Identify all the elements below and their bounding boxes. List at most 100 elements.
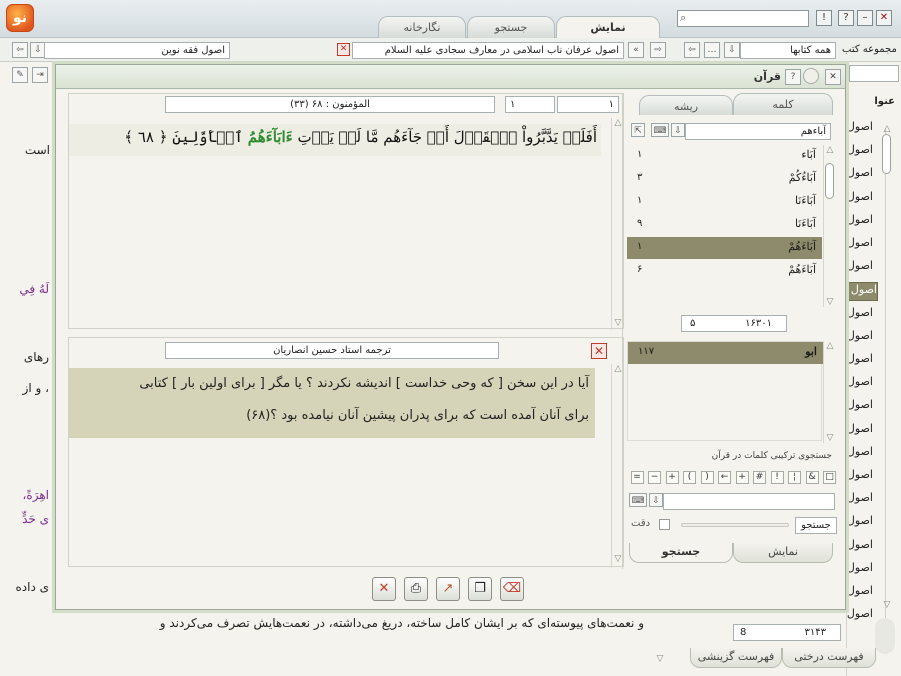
- book-list-item[interactable]: اصول: [843, 398, 873, 411]
- combo-search-button[interactable]: جستجو: [795, 517, 837, 534]
- operator-button[interactable]: +: [665, 471, 679, 484]
- book-list-item[interactable]: اصول: [843, 143, 873, 156]
- book-list-item[interactable]: اصول: [843, 468, 873, 481]
- root-scroll-up-icon[interactable]: △: [824, 341, 836, 351]
- book-list-item[interactable]: اصول: [843, 561, 873, 574]
- book-list-item[interactable]: اصول: [843, 538, 873, 551]
- back-arrow-icon[interactable]: ⇦: [12, 42, 28, 58]
- combo-search-input[interactable]: [663, 493, 835, 510]
- verse-nav-field-b[interactable]: ۱: [557, 96, 619, 113]
- list-scroll-up-icon[interactable]: △: [881, 124, 893, 134]
- info-button[interactable]: !: [816, 10, 832, 26]
- print-icon[interactable]: ⎙: [404, 577, 428, 601]
- close-book-icon[interactable]: ✕: [337, 43, 350, 56]
- combo-dropdown-icon[interactable]: ⇩: [649, 493, 663, 507]
- book-list-item[interactable]: اصول: [843, 584, 873, 597]
- dialog-pin-icon[interactable]: [803, 68, 819, 84]
- book-list-item[interactable]: اصول: [843, 514, 873, 527]
- book-list-item[interactable]: اصول: [843, 491, 873, 504]
- list-filter-input[interactable]: [849, 65, 899, 82]
- list-side-knob[interactable]: [875, 618, 895, 654]
- verse-text[interactable]: أَفَلَمۡ يَدَّبَّرُواْ ٱلۡقَوۡلَ أَمۡ جَ…: [124, 128, 597, 146]
- translation-box[interactable]: آیا در این سخن [ که وحی خداست ] اندیشه ن…: [69, 368, 595, 438]
- operator-button[interactable]: (: [683, 471, 696, 484]
- help-button[interactable]: ?: [838, 10, 854, 26]
- copy-icon[interactable]: ❐: [468, 577, 492, 601]
- operator-button[interactable]: =: [630, 471, 644, 484]
- root-scrollbar[interactable]: △ ▽: [823, 341, 835, 443]
- tab-tree-index[interactable]: فهرست درختی: [782, 648, 876, 668]
- book-list-item[interactable]: اصول: [843, 236, 873, 249]
- layout-icon[interactable]: ⇥: [32, 67, 48, 83]
- word-row[interactable]: آبَاءَهُمْ ۱: [627, 237, 822, 259]
- global-search-input[interactable]: ⌕: [677, 10, 809, 27]
- operator-button[interactable]: ): [700, 471, 714, 484]
- word-row[interactable]: آبَاءَنَا ۱: [627, 191, 822, 213]
- word-list-scrollbar[interactable]: △ ▽: [823, 145, 835, 307]
- book-list-item[interactable]: اصول: [843, 329, 873, 342]
- operator-button[interactable]: +: [735, 471, 749, 484]
- word-scroll-down-icon[interactable]: ▽: [824, 297, 836, 307]
- tab-gallery[interactable]: نگارخانه: [378, 16, 466, 38]
- book-list-item[interactable]: اصول: [843, 259, 873, 272]
- operator-button[interactable]: −: [648, 471, 661, 484]
- expand-icon[interactable]: ⇱: [631, 123, 645, 137]
- root-scroll-down-icon[interactable]: ▽: [824, 433, 836, 443]
- book2-title-field[interactable]: اصول فقه نوین: [44, 42, 230, 59]
- minimize-button[interactable]: –: [857, 10, 873, 26]
- collection-select[interactable]: همه کتابها: [740, 42, 836, 59]
- word-scroll-thumb[interactable]: [825, 163, 834, 199]
- close-button[interactable]: ✕: [876, 10, 892, 26]
- list-scroll-thumb[interactable]: [882, 134, 891, 174]
- dialog-close-icon[interactable]: ✕: [825, 69, 841, 85]
- scroll-down-arrow-icon[interactable]: ▽: [654, 654, 666, 664]
- tab-side-display[interactable]: نمایش: [733, 543, 833, 563]
- double-chevron-icon[interactable]: «: [628, 42, 644, 58]
- exact-checkbox[interactable]: [659, 519, 670, 530]
- operator-button[interactable]: ←: [718, 471, 731, 484]
- tab-search[interactable]: جستجو: [467, 16, 555, 38]
- book-list-item[interactable]: اصول: [843, 213, 873, 226]
- combo-keyboard-icon[interactable]: ⌨: [629, 493, 647, 507]
- word-row[interactable]: آبَاءُکُمْ ۳: [627, 168, 822, 190]
- book-list-item[interactable]: اصول: [843, 445, 873, 458]
- book-title-field[interactable]: اصول عرفان ناب اسلامی در معارف سجادی علی…: [352, 42, 624, 59]
- book-list-item[interactable]: اصول: [843, 190, 873, 203]
- wrench-icon[interactable]: ✎: [12, 67, 28, 83]
- book-list-item[interactable]: اصول: [843, 375, 873, 388]
- dialog-help-icon[interactable]: ?: [785, 69, 801, 85]
- tab-display[interactable]: نمایش: [556, 16, 660, 39]
- verse-nav-field-a[interactable]: ۱: [505, 96, 555, 113]
- list-scroll-down-icon[interactable]: ▽: [881, 600, 893, 610]
- book-list-item[interactable]: اصول: [843, 422, 873, 435]
- dropdown-arrow-icon[interactable]: ⇩: [724, 42, 740, 58]
- list-scrollbar[interactable]: [885, 128, 893, 628]
- word-row[interactable]: آبَاءَنَا ۹: [627, 214, 822, 236]
- tab-side-search[interactable]: جستجو: [629, 543, 733, 563]
- list-page-field[interactable]: 8 ۳۱۴۳: [733, 624, 841, 641]
- export-icon[interactable]: ↗: [436, 577, 460, 601]
- precision-slider[interactable]: [681, 523, 789, 527]
- book-list-item[interactable]: اصول: [843, 166, 873, 179]
- close-tool-icon[interactable]: ✕: [372, 577, 396, 601]
- tab-root[interactable]: ریشه: [639, 95, 733, 115]
- book-list-item[interactable]: اصول: [844, 282, 878, 302]
- word-dropdown-icon[interactable]: ⇩: [671, 123, 685, 137]
- translation-close-icon[interactable]: ✕: [591, 343, 607, 359]
- tab-selective-index[interactable]: فهرست گزینشی: [690, 648, 782, 668]
- book-list-item[interactable]: اصول: [843, 120, 873, 133]
- book-list-item[interactable]: اصول: [843, 306, 873, 319]
- keyboard-icon[interactable]: ⌨: [651, 123, 669, 137]
- translator-field[interactable]: ترجمه استاد حسین انصاریان: [165, 342, 499, 359]
- word-scroll-up-icon[interactable]: △: [824, 145, 836, 155]
- operator-button[interactable]: !: [770, 471, 784, 484]
- operator-button[interactable]: ¦: [788, 471, 801, 484]
- book-list-item[interactable]: اصول: [843, 607, 873, 620]
- back-arrow-icon-2[interactable]: ⇦: [684, 42, 700, 58]
- word-row[interactable]: آبَاء ۱: [627, 145, 822, 167]
- word-row[interactable]: آبَاءَهُمْ ۶: [627, 260, 822, 282]
- book-list-item[interactable]: اصول: [843, 352, 873, 365]
- word-search-input[interactable]: آباءهم: [685, 123, 831, 140]
- delete-tool-icon[interactable]: ⌫: [500, 577, 524, 601]
- root-row[interactable]: ابو ۱۱۷: [628, 342, 823, 364]
